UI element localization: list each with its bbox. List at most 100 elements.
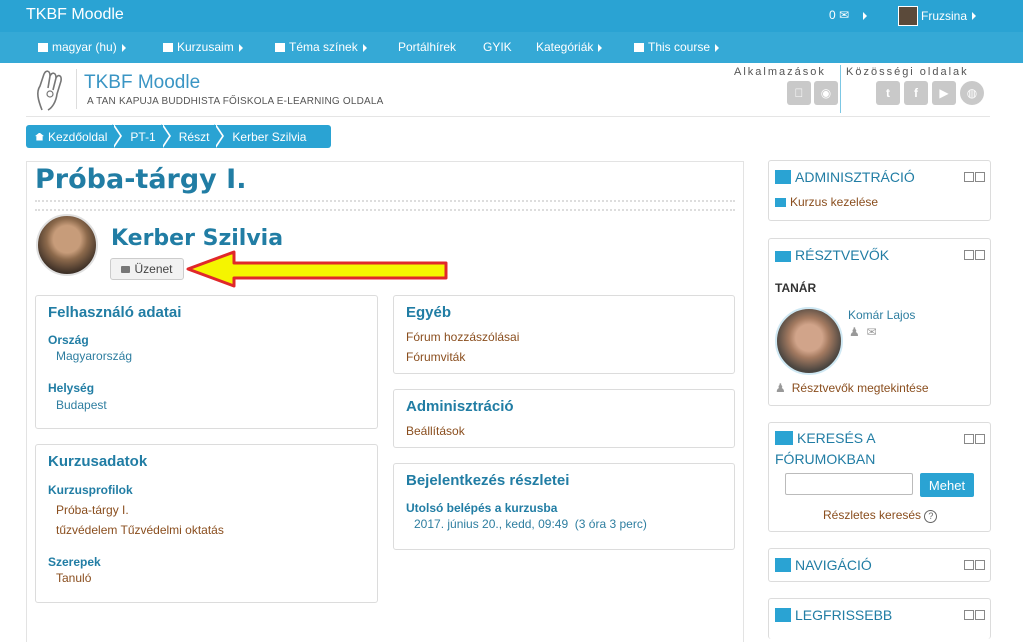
forum-discussions-link[interactable]: Fórumviták xyxy=(406,350,465,364)
participants-block: RÉSZTVEVŐK TANÁR Komár Lajos ♟ ✉ ♟ Résztv… xyxy=(768,238,991,406)
forum-search-title: KERESÉS A FÓRUMOKBAN xyxy=(775,428,876,470)
user-icon[interactable]: ♟ xyxy=(849,325,860,339)
collapse-icon[interactable] xyxy=(975,172,985,182)
header-subtitle: A TAN KAPUJA BUDDHISTA FŐISKOLA E-LEARNI… xyxy=(87,96,384,107)
buddha-hand-logo-icon[interactable] xyxy=(32,66,70,112)
nav-categories[interactable]: Kategóriák xyxy=(536,40,603,54)
dock-icon[interactable] xyxy=(964,560,974,570)
users-icon: ♟ xyxy=(775,381,786,395)
teacher-avatar[interactable] xyxy=(775,307,843,375)
city-value: Budapest xyxy=(56,398,107,412)
caret-right-icon xyxy=(972,12,977,20)
course-profile-link[interactable]: Próba-tárgy I. xyxy=(56,503,129,517)
admin-block-title: ADMINISZTRÁCIÓ xyxy=(775,169,915,185)
participants-title-label: RÉSZTVEVŐK xyxy=(795,247,890,263)
misc-title: Egyéb xyxy=(406,304,452,321)
advanced-search-label: Részletes keresés xyxy=(823,508,922,522)
header-rule xyxy=(26,116,990,117)
sitemap-icon xyxy=(775,558,791,572)
forum-search-block: KERESÉS A FÓRUMOKBAN Mehet Részletes kere… xyxy=(768,422,991,532)
collapse-icon[interactable] xyxy=(975,610,985,620)
forum-search-button[interactable]: Mehet xyxy=(920,473,974,497)
administration-title: Adminisztráció xyxy=(406,398,514,415)
globe-icon[interactable]: ◍ xyxy=(960,81,984,105)
user-details-title: Felhasználó adatai xyxy=(48,304,182,321)
last-access-value: 2017. június 20., kedd, 09:49 (3 óra 3 p… xyxy=(414,517,647,531)
breadcrumb-home[interactable]: Kezdőoldal xyxy=(26,123,123,148)
speech-bubble-icon xyxy=(121,265,131,273)
latest-news-block: LEGFRISSEBB xyxy=(768,598,991,639)
site-header: TKBF Moodle A TAN KAPUJA BUDDHISTA FŐISK… xyxy=(26,63,986,116)
caret-right-icon xyxy=(598,43,603,52)
apps-label: Alkalmazások xyxy=(734,66,826,78)
header-divider xyxy=(840,65,841,113)
login-details-title: Bejelentkezés részletei xyxy=(406,472,570,489)
nav-this-course[interactable]: This course xyxy=(634,40,720,54)
dock-icon[interactable] xyxy=(964,172,974,182)
misc-card: Egyéb Fórum hozzászólásai Fórumviták xyxy=(393,295,735,374)
main-nav: magyar (hu) Kurzusaim Téma színek Portál… xyxy=(0,32,1023,63)
breadcrumb-course[interactable]: PT-1 xyxy=(116,123,172,148)
administration-card: Adminisztráció Beállítások xyxy=(393,389,735,448)
user-avatar xyxy=(898,6,918,26)
view-participants-link[interactable]: ♟ Résztvevők megtekintése xyxy=(775,381,929,395)
forum-search-input[interactable] xyxy=(785,473,913,495)
collapse-icon[interactable] xyxy=(975,434,985,444)
profile-name: Kerber Szilvia xyxy=(111,226,284,251)
course-details-card: Kurzusadatok Kurzusprofilok Próba-tárgy … xyxy=(35,444,378,603)
nav-theme-colors[interactable]: Téma színek xyxy=(275,40,367,54)
forum-posts-link[interactable]: Fórum hozzászólásai xyxy=(406,330,519,344)
social-label: Közösségi oldalak xyxy=(846,66,969,78)
login-details-card: Bejelentkezés részletei Utolsó belépés a… xyxy=(393,463,735,550)
site-brand[interactable]: TKBF Moodle xyxy=(26,6,124,24)
message-count: 0 xyxy=(829,8,836,22)
navigation-block-title: NAVIGÁCIÓ xyxy=(775,557,872,573)
twitter-icon[interactable]: t xyxy=(876,81,900,105)
facebook-icon[interactable]: f xyxy=(904,81,928,105)
breadcrumb-current[interactable]: Kerber Szilvia xyxy=(218,130,315,144)
message-button-label: Üzenet xyxy=(134,262,173,276)
course-admin-link[interactable]: Kurzus kezelése xyxy=(775,195,878,209)
nav-courses-label: Kurzusaim xyxy=(177,40,234,54)
apple-icon[interactable]:  xyxy=(787,81,811,105)
title-separator xyxy=(35,200,735,211)
latest-block-title: LEGFRISSEBB xyxy=(775,607,892,623)
breadcrumb-participants[interactable]: Részt xyxy=(165,123,225,148)
page-title: Próba-tárgy I. xyxy=(35,164,247,195)
nav-theme-label: Téma színek xyxy=(289,40,358,54)
comments-icon xyxy=(775,431,793,445)
caret-right-icon xyxy=(121,43,126,52)
advanced-search-link[interactable]: Részletes keresés ? xyxy=(823,508,938,523)
breadcrumb: Kezdőoldal PT-1 Részt Kerber Szilvia xyxy=(26,123,332,148)
logo-divider xyxy=(76,69,77,109)
course-profile-link[interactable]: tűzvédelem Tűzvédelmi oktatás xyxy=(56,523,224,537)
teacher-name[interactable]: Komár Lajos xyxy=(848,308,915,322)
nav-faq[interactable]: GYIK xyxy=(483,40,512,54)
messages-menu[interactable]: 0 ✉ xyxy=(829,8,868,22)
top-bar: TKBF Moodle 0 ✉ Fruzsina xyxy=(0,0,1023,32)
city-label: Helység xyxy=(48,381,95,395)
home-icon xyxy=(35,132,44,141)
message-button[interactable]: Üzenet xyxy=(110,258,184,280)
profile-avatar[interactable] xyxy=(36,214,98,276)
settings-link[interactable]: Beállítások xyxy=(406,424,465,438)
collapse-icon[interactable] xyxy=(975,250,985,260)
course-details-title: Kurzusadatok xyxy=(48,453,148,470)
dock-icon[interactable] xyxy=(964,610,974,620)
roles-label: Szerepek xyxy=(48,555,101,569)
dock-icon[interactable] xyxy=(964,434,974,444)
youtube-icon[interactable]: ▶ xyxy=(932,81,956,105)
android-icon[interactable]: ◉ xyxy=(814,81,838,105)
nav-my-courses[interactable]: Kurzusaim xyxy=(163,40,243,54)
user-menu[interactable]: Fruzsina xyxy=(898,6,977,26)
envelope-icon[interactable]: ✉ xyxy=(866,325,876,339)
view-participants-label: Résztvevők megtekintése xyxy=(791,381,929,395)
forum-search-title-line1: KERESÉS A xyxy=(797,430,876,446)
dock-icon[interactable] xyxy=(964,250,974,260)
caret-right-icon xyxy=(362,43,367,52)
user-menu-name: Fruzsina xyxy=(921,9,968,23)
bullhorn-icon xyxy=(775,608,791,622)
collapse-icon[interactable] xyxy=(975,560,985,570)
nav-portal-news[interactable]: Portálhírek xyxy=(398,40,456,54)
nav-language[interactable]: magyar (hu) xyxy=(38,40,126,54)
